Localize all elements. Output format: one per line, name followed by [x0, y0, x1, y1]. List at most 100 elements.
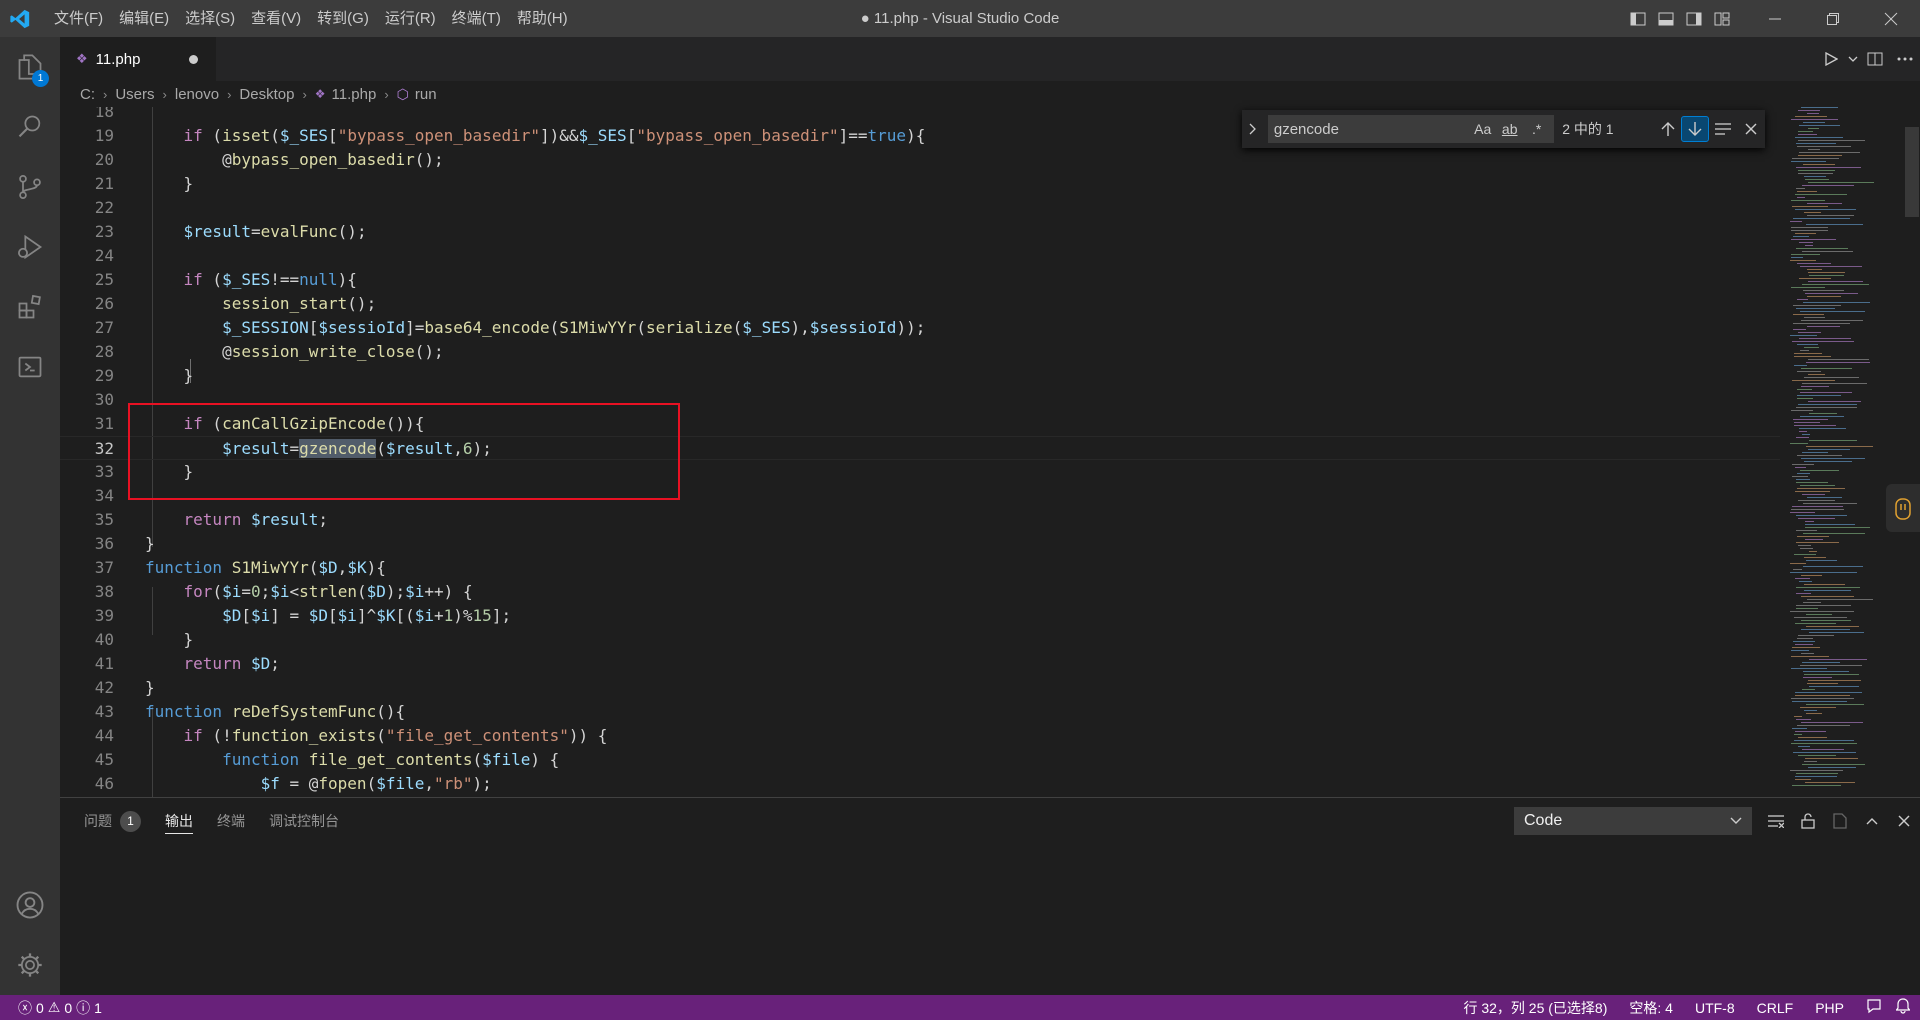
customize-layout-icon[interactable]	[1708, 0, 1736, 37]
breadcrumb-desktop[interactable]: Desktop	[239, 86, 294, 103]
minimap-line	[1790, 770, 1843, 771]
minimap-line	[1794, 356, 1831, 357]
next-match-arrow-down-icon[interactable]	[1681, 116, 1710, 142]
minimap-line	[1808, 281, 1863, 282]
menu-help[interactable]: 帮助(H)	[509, 0, 576, 37]
editor-scrollbar[interactable]	[1905, 107, 1920, 797]
close-window-icon[interactable]	[1862, 0, 1920, 37]
code-line: 46 $f = @fopen($file,"rb");	[94, 774, 492, 793]
output-channel-select[interactable]: Code	[1514, 807, 1752, 835]
find-widget: gzencode Aa ab .* 2 中的 1	[1242, 110, 1765, 148]
find-input[interactable]: gzencode Aa ab .*	[1267, 115, 1555, 143]
search-icon[interactable]	[0, 97, 60, 157]
toggle-secondary-sidebar-icon[interactable]	[1680, 0, 1708, 37]
find-in-selection-icon[interactable]	[1709, 116, 1737, 142]
indentation[interactable]: 空格: 4	[1629, 998, 1673, 1018]
account-icon[interactable]	[0, 875, 60, 935]
toggle-replace-chevron-icon[interactable]	[1242, 123, 1264, 135]
restore-icon[interactable]	[1804, 0, 1862, 37]
minimap-line	[1807, 683, 1838, 684]
minimap-line	[1793, 569, 1802, 570]
tab-problems[interactable]: 问题 1	[84, 798, 141, 844]
previous-match-arrow-up-icon[interactable]	[1654, 116, 1682, 142]
use-regex-button[interactable]: .*	[1523, 121, 1550, 137]
split-editor-icon[interactable]	[1860, 51, 1890, 67]
minimap-line	[1803, 302, 1870, 303]
source-control-icon[interactable]	[0, 157, 60, 217]
explorer-icon[interactable]: 1	[0, 37, 60, 97]
menu-view[interactable]: 查看(V)	[243, 0, 309, 37]
menu-terminal[interactable]: 终端(T)	[444, 0, 509, 37]
minimap-line	[1801, 596, 1854, 597]
minimap-line	[1809, 632, 1864, 633]
minimap-line	[1791, 410, 1813, 411]
extensions-icon[interactable]	[0, 277, 60, 337]
language-mode[interactable]: PHP	[1815, 1000, 1844, 1016]
unsaved-dot-icon[interactable]	[189, 55, 198, 64]
menu-run[interactable]: 运行(R)	[377, 0, 444, 37]
minimap-line	[1797, 638, 1813, 639]
menu-selection[interactable]: 选择(S)	[177, 0, 243, 37]
close-panel-icon[interactable]	[1888, 815, 1920, 827]
maximize-panel-chevron-up-icon[interactable]	[1856, 817, 1888, 825]
open-log-file-icon[interactable]	[1824, 813, 1856, 829]
run-file-icon[interactable]	[1816, 52, 1846, 66]
breadcrumb-file[interactable]: 11.php	[332, 86, 377, 103]
tab-output[interactable]: 输出	[165, 798, 193, 844]
minimap-line	[1808, 182, 1874, 183]
cursor-position[interactable]: 行 32，列 25 (已选择8)	[1463, 998, 1607, 1018]
end-of-line[interactable]: CRLF	[1757, 1000, 1794, 1016]
run-dropdown-chevron-icon[interactable]	[1846, 54, 1860, 64]
minimap-line	[1795, 209, 1856, 210]
minimap-line	[1796, 605, 1851, 606]
toggle-panel-icon[interactable]	[1652, 0, 1680, 37]
breadcrumb-lenovo[interactable]: lenovo	[175, 86, 219, 103]
menu-edit[interactable]: 编辑(E)	[111, 0, 177, 37]
minimap-line	[1799, 152, 1860, 153]
code-line: 23 $result=evalFunc();	[94, 222, 367, 241]
code-line: 20 @bypass_open_basedir();	[94, 150, 444, 169]
minimap[interactable]	[1790, 107, 1900, 797]
remote-explorer-icon[interactable]	[0, 337, 60, 397]
breadcrumb-drive[interactable]: C:	[80, 86, 95, 103]
minimap-line	[1790, 572, 1857, 573]
minimap-line	[1808, 359, 1869, 360]
copilot-handle-icon[interactable]	[1886, 484, 1920, 532]
run-debug-icon[interactable]	[0, 217, 60, 277]
notifications-bell-icon[interactable]	[1895, 998, 1911, 1017]
close-find-icon[interactable]	[1737, 116, 1765, 142]
minimap-line	[1804, 584, 1845, 585]
settings-gear-icon[interactable]	[0, 935, 60, 995]
tab-terminal[interactable]: 终端	[217, 798, 245, 844]
encoding[interactable]: UTF-8	[1695, 1000, 1735, 1016]
clear-output-icon[interactable]	[1760, 814, 1792, 828]
tab-debug-console[interactable]: 调试控制台	[269, 798, 339, 844]
minimap-line	[1807, 113, 1819, 114]
breadcrumb-users[interactable]: Users	[115, 86, 154, 103]
problems-status[interactable]: ⓧ 0 ⚠ 0 ⓘ 1	[18, 995, 106, 1020]
tab-11-php[interactable]: ❖ 11.php	[60, 37, 216, 81]
feedback-icon[interactable]	[1866, 998, 1882, 1017]
tab-actions	[1816, 37, 1920, 81]
lock-scroll-icon[interactable]	[1792, 813, 1824, 829]
menu-go[interactable]: 转到(G)	[309, 0, 377, 37]
php-file-icon: ❖	[76, 51, 88, 66]
minimap-line	[1796, 515, 1847, 516]
minimap-line	[1797, 389, 1812, 390]
cube-symbol-icon: ⬡	[396, 85, 409, 102]
menu-file[interactable]: 文件(F)	[40, 0, 111, 37]
code-line: 24	[94, 246, 114, 265]
more-actions-icon[interactable]	[1890, 57, 1920, 61]
match-case-button[interactable]: Aa	[1469, 121, 1496, 137]
minimap-line	[1791, 698, 1854, 699]
minimize-icon[interactable]	[1746, 0, 1804, 37]
match-whole-word-button[interactable]: ab	[1496, 121, 1523, 137]
breadcrumb-symbol[interactable]: run	[415, 86, 437, 103]
scrollbar-thumb[interactable]	[1905, 127, 1919, 217]
toggle-primary-sidebar-icon[interactable]	[1624, 0, 1652, 37]
minimap-line	[1808, 272, 1845, 273]
minimap-line	[1804, 377, 1859, 378]
minimap-line	[1808, 680, 1861, 681]
minimap-line	[1794, 425, 1836, 426]
minimap-line	[1805, 293, 1858, 294]
